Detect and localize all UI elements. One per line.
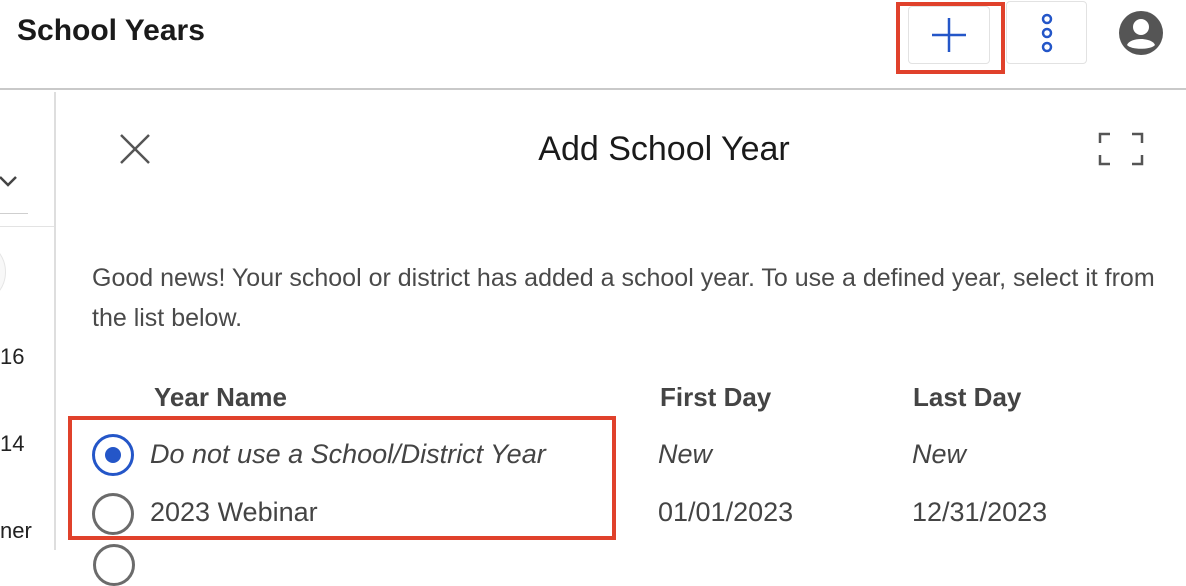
radio-2023-webinar[interactable] [92, 493, 134, 535]
row-last-day: 12/31/2023 [912, 497, 1048, 527]
list-item-text: 16 [0, 344, 25, 369]
top-bar: School Years [0, 0, 1186, 90]
row-year-name: Do not use a School/District Year [150, 439, 546, 469]
list-avatar [0, 244, 6, 300]
column-header-year-name: Year Name [154, 382, 287, 412]
row-first-day: 01/01/2023 [658, 497, 794, 527]
fullscreen-icon [1098, 132, 1144, 166]
add-school-year-dialog: Add School Year Good news! Your school o… [58, 92, 1186, 586]
row-last-day: New [912, 439, 967, 469]
column-header-last-day: Last Day [913, 382, 1022, 412]
account-circle-icon [1119, 11, 1163, 55]
more-vertical-icon [1041, 13, 1052, 52]
chevron-down-icon [0, 176, 17, 187]
column-header-first-day: First Day [660, 382, 772, 412]
plus-icon [932, 18, 966, 52]
radio-next-year[interactable] [93, 544, 135, 586]
divider [0, 226, 54, 227]
add-school-year-button[interactable] [908, 6, 990, 64]
dialog-title: Add School Year [538, 130, 790, 168]
background-list-panel: 16 14 ner [0, 92, 56, 550]
radio-do-not-use-year[interactable] [92, 434, 134, 476]
page-title: School Years [17, 14, 205, 47]
fullscreen-button[interactable] [1098, 132, 1144, 166]
list-item-text: 14 [0, 431, 25, 456]
list-item-text: ner [0, 518, 32, 543]
row-first-day: New [658, 439, 713, 469]
account-button[interactable] [1118, 10, 1164, 56]
more-options-button[interactable] [1006, 1, 1087, 64]
info-message: Good news! Your school or district has a… [92, 264, 1155, 332]
divider [0, 213, 28, 214]
row-year-name: 2023 Webinar [150, 497, 318, 527]
